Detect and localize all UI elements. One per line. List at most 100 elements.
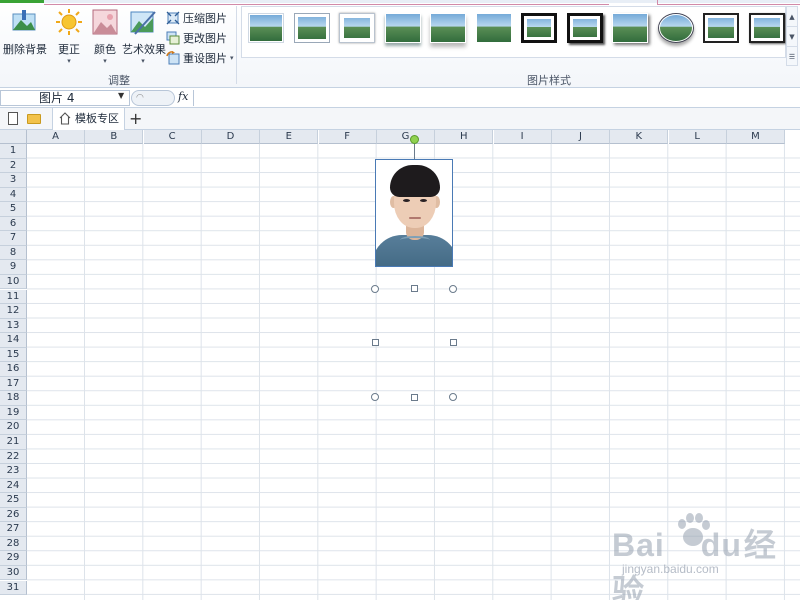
column-header[interactable]: F [318, 130, 377, 144]
resize-handle-right[interactable] [450, 339, 457, 346]
column-header[interactable]: G [376, 130, 435, 144]
row-header[interactable]: 11 [0, 289, 27, 305]
row-header[interactable]: 13 [0, 318, 27, 334]
column-header[interactable]: B [85, 130, 144, 144]
picture-style-thumb[interactable] [748, 13, 785, 43]
row-header[interactable]: 17 [0, 376, 27, 392]
remove-background-button[interactable]: 删除背景 [3, 8, 47, 64]
row-header[interactable]: 21 [0, 435, 27, 450]
row-header[interactable]: 24 [0, 478, 27, 494]
resize-handle-top-right[interactable] [449, 285, 457, 293]
photo-eye-left [403, 199, 410, 202]
selected-picture[interactable] [375, 159, 453, 267]
correction-button[interactable]: 更正 ▾ [55, 8, 83, 65]
gallery-scroll-down-icon[interactable]: ▼ [787, 27, 797, 47]
picture-style-thumb[interactable] [657, 13, 694, 43]
row-header[interactable]: 4 [0, 187, 27, 203]
resize-handle-bottom-right[interactable] [449, 393, 457, 401]
row-header[interactable]: 26 [0, 507, 27, 523]
row-header[interactable]: 19 [0, 405, 27, 421]
picture-style-thumb[interactable] [248, 13, 284, 43]
resize-handle-bottom[interactable] [411, 394, 418, 401]
reset-picture-button[interactable]: 重设图片 ▾ [166, 49, 234, 67]
formula-bar: 图片 4 ▼ ◠ fx [0, 88, 800, 108]
column-header[interactable]: L [668, 130, 727, 144]
picture-style-thumb[interactable] [612, 13, 648, 43]
row-header[interactable]: 18 [0, 391, 27, 406]
picture-style-thumb[interactable] [703, 13, 739, 43]
rotate-handle[interactable] [410, 135, 419, 144]
row-header[interactable]: 25 [0, 493, 27, 508]
change-picture-icon [166, 31, 180, 45]
picture-tools-context-border-right [657, 0, 800, 5]
photo-collar [400, 236, 430, 244]
name-box[interactable]: 图片 4 [0, 90, 130, 106]
open-folder-icon[interactable] [27, 114, 41, 124]
tab-template-label: 模板专区 [75, 112, 119, 125]
column-header[interactable]: C [143, 130, 202, 144]
row-header[interactable]: 30 [0, 565, 27, 581]
column-header[interactable]: J [551, 130, 610, 144]
row-header[interactable]: 6 [0, 216, 27, 232]
art-effect-button[interactable]: 艺术效果 ▾ [122, 8, 166, 65]
column-header[interactable]: A [27, 130, 85, 144]
name-box-dropdown-icon[interactable]: ▼ [118, 91, 124, 100]
picture-style-thumb[interactable] [475, 13, 512, 43]
picture-style-preview [521, 13, 557, 43]
color-button[interactable]: 颜色 ▾ [91, 8, 119, 65]
row-header[interactable]: 27 [0, 522, 27, 537]
row-header[interactable]: 20 [0, 420, 27, 435]
reset-picture-icon [166, 51, 180, 65]
picture-style-thumb[interactable] [384, 13, 421, 43]
add-tab-button[interactable]: + [129, 109, 142, 129]
column-header[interactable]: D [201, 130, 260, 144]
photo-mouth [409, 217, 421, 219]
resize-handle-bottom-left[interactable] [371, 393, 379, 401]
row-header[interactable]: 23 [0, 464, 27, 479]
resize-handle-top-left[interactable] [371, 285, 379, 293]
row-header[interactable]: 12 [0, 304, 27, 319]
row-header[interactable]: 3 [0, 173, 27, 188]
change-picture-button[interactable]: 更改图片 [166, 29, 227, 47]
row-header[interactable]: 10 [0, 274, 27, 290]
tab-template-zone[interactable]: 模板专区 [52, 108, 125, 130]
column-header[interactable]: K [610, 130, 669, 144]
column-header[interactable]: M [726, 130, 785, 144]
resize-handle-left[interactable] [372, 339, 379, 346]
row-header[interactable]: 7 [0, 231, 27, 246]
row-header[interactable]: 28 [0, 536, 27, 552]
compress-picture-button[interactable]: 压缩图片 [166, 9, 227, 27]
picture-style-thumb[interactable] [430, 13, 466, 43]
select-all-corner[interactable] [0, 130, 27, 144]
gallery-scroll[interactable]: ▲ ▼ ☰ [786, 6, 798, 66]
rotate-stem [414, 144, 415, 159]
gallery-expand-icon[interactable]: ☰ [787, 47, 797, 67]
row-header[interactable]: 16 [0, 362, 27, 377]
new-document-icon[interactable] [8, 112, 18, 125]
picture-style-thumb[interactable] [339, 13, 375, 43]
formula-input[interactable] [193, 90, 800, 106]
photo-hair [390, 165, 440, 197]
row-header[interactable]: 2 [0, 158, 27, 174]
row-header[interactable]: 15 [0, 347, 27, 363]
picture-style-thumb[interactable] [566, 13, 603, 43]
picture-style-thumb[interactable] [521, 13, 557, 43]
row-header[interactable]: 1 [0, 144, 27, 159]
picture-style-thumb[interactable] [293, 13, 330, 43]
row-header[interactable]: 14 [0, 333, 27, 348]
formula-zoom-control[interactable]: ◠ [131, 90, 175, 106]
row-header[interactable]: 31 [0, 580, 27, 596]
row-header[interactable]: 22 [0, 449, 27, 465]
row-header[interactable]: 29 [0, 551, 27, 566]
resize-handle-top[interactable] [411, 285, 418, 292]
row-header[interactable]: 9 [0, 260, 27, 275]
column-header[interactable]: E [260, 130, 319, 144]
picture-style-preview [748, 13, 785, 43]
insert-function-icon[interactable]: fx [178, 90, 188, 103]
row-header[interactable]: 5 [0, 202, 27, 217]
column-header[interactable]: I [493, 130, 552, 144]
column-header[interactable]: H [435, 130, 494, 144]
group-label-adjust: 调整 [108, 74, 130, 87]
row-header[interactable]: 8 [0, 245, 27, 261]
gallery-scroll-up-icon[interactable]: ▲ [787, 7, 797, 27]
